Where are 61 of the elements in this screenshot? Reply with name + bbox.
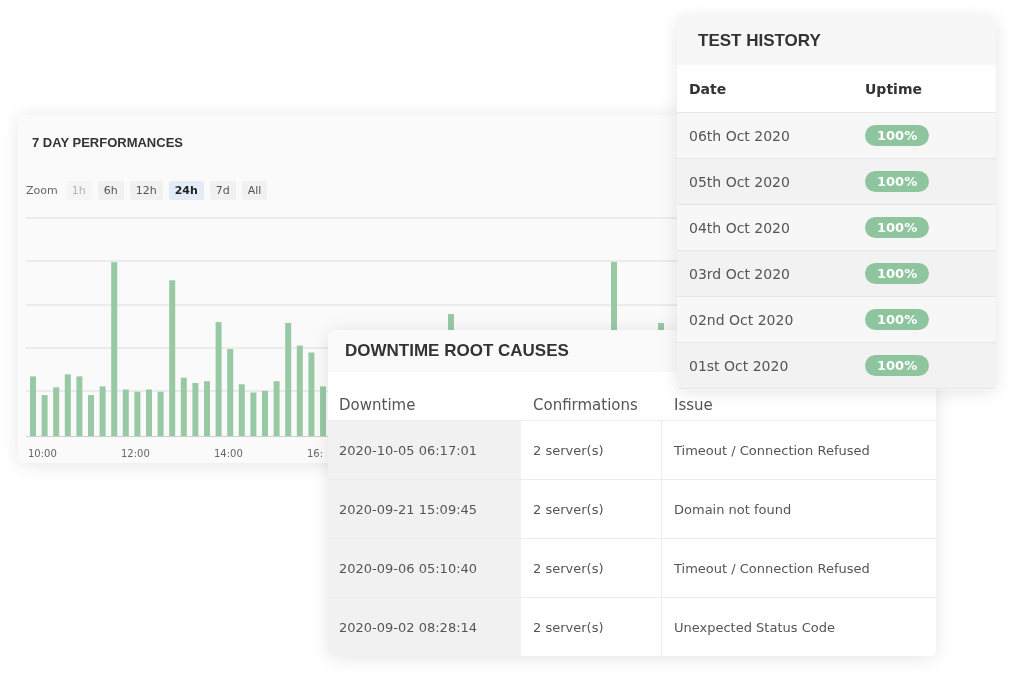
column-header: Confirmations — [532, 396, 639, 414]
bar — [146, 389, 152, 436]
table-cell: 2 server(s) — [521, 539, 662, 597]
bar — [262, 390, 268, 436]
column-header: Date — [688, 80, 728, 97]
bar — [250, 392, 257, 436]
bar — [204, 381, 210, 436]
table-cell: Timeout / Connection Refused — [662, 539, 936, 597]
table-cell: 2 server(s) — [521, 421, 662, 479]
table-cell: Timeout / Connection Refused — [662, 421, 936, 479]
bar — [64, 374, 71, 436]
bar — [238, 384, 245, 436]
date-cell-text: 02nd Oct 2020 — [688, 311, 795, 328]
bar — [320, 386, 326, 436]
date-cell-text: 03rd Oct 2020 — [688, 265, 791, 282]
bar — [180, 377, 187, 436]
bar — [53, 387, 60, 436]
uptime-badge: 100% — [865, 171, 930, 192]
uptime-badge: 100% — [865, 217, 930, 238]
table-cell: Unexpected Status Code — [662, 598, 936, 656]
axis-label: 16: — [307, 448, 324, 459]
bar — [273, 381, 280, 436]
bar — [41, 395, 48, 436]
table-cell: 2 server(s) — [521, 598, 662, 656]
table-cell: 2020-10-05 06:17:01 — [328, 421, 521, 479]
zoom-button[interactable]: 24h — [168, 180, 204, 200]
zoom-button[interactable]: 6h — [97, 180, 124, 200]
card-title: 7 DAY PERFORMANCES — [32, 135, 183, 150]
uptime-badge: 100% — [865, 125, 930, 146]
bar — [30, 376, 36, 436]
bar — [99, 386, 106, 436]
date-cell-text: 04th Oct 2020 — [688, 219, 791, 236]
column-header: Issue — [673, 396, 713, 414]
bar — [157, 391, 164, 436]
zoom-label: Zoom — [26, 183, 58, 197]
zoom-button[interactable]: 7d — [209, 180, 236, 200]
table-cell: 2020-09-06 05:10:40 — [328, 539, 521, 597]
table-cell: 2020-09-21 15:09:45 — [328, 480, 521, 538]
uptime-badge: 100% — [865, 309, 930, 330]
card-title: TEST HISTORY — [698, 31, 821, 51]
table-cell: Domain not found — [662, 480, 936, 538]
uptime-badge: 100% — [865, 263, 930, 284]
axis-label: 14:00 — [214, 448, 243, 459]
bar — [88, 395, 94, 436]
table-cell: 2 server(s) — [521, 480, 662, 538]
bar — [122, 389, 129, 436]
column-header: Uptime — [865, 80, 922, 97]
axis-label: 12:00 — [121, 448, 150, 459]
date-cell-text: 05th Oct 2020 — [688, 173, 791, 190]
date-cell-text: 06th Oct 2020 — [688, 127, 791, 144]
table-cell: 2020-09-02 08:28:14 — [328, 598, 521, 656]
date-cell-text: 01st Oct 2020 — [688, 357, 790, 374]
zoom-button[interactable]: 12h — [129, 180, 163, 200]
card-title: DOWNTIME ROOT CAUSES — [345, 341, 569, 361]
zoom-button[interactable]: All — [241, 180, 268, 200]
bar — [192, 383, 199, 436]
axis-label: 10:00 — [28, 448, 57, 459]
column-header: Downtime — [338, 396, 417, 414]
bar — [134, 391, 141, 436]
bar — [76, 376, 83, 436]
uptime-badge: 100% — [865, 355, 930, 376]
